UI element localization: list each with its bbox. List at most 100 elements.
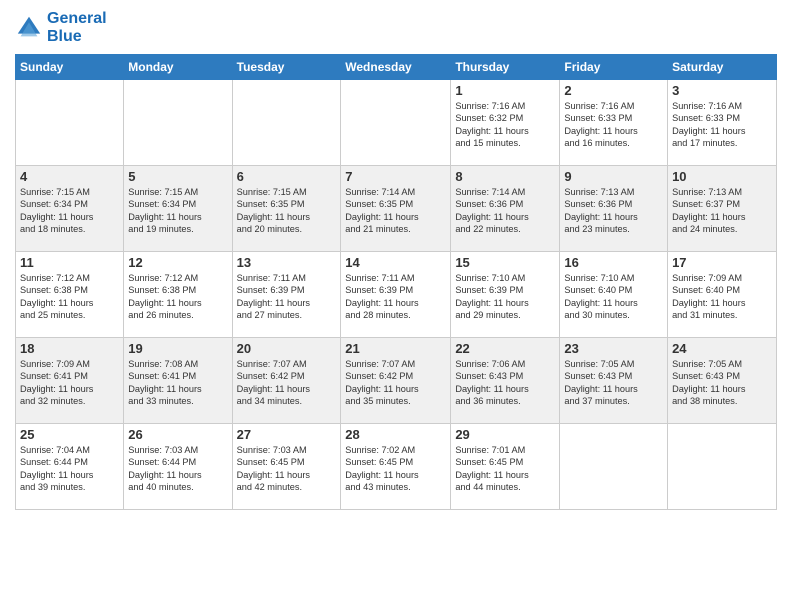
empty-cell	[124, 80, 232, 166]
day-info: Sunrise: 7:02 AM Sunset: 6:45 PM Dayligh…	[345, 444, 446, 494]
day-info: Sunrise: 7:16 AM Sunset: 6:33 PM Dayligh…	[564, 100, 663, 150]
day-info: Sunrise: 7:16 AM Sunset: 6:32 PM Dayligh…	[455, 100, 555, 150]
day-number: 8	[455, 169, 555, 184]
day-number: 24	[672, 341, 772, 356]
day-info: Sunrise: 7:09 AM Sunset: 6:41 PM Dayligh…	[20, 358, 119, 408]
page: General Blue SundayMondayTuesdayWednesda…	[0, 0, 792, 612]
logo-icon	[15, 14, 43, 42]
day-number: 12	[128, 255, 227, 270]
day-cell-17: 17 Sunrise: 7:09 AM Sunset: 6:40 PM Dayli…	[668, 252, 777, 338]
week-row-4: 18 Sunrise: 7:09 AM Sunset: 6:41 PM Dayli…	[16, 338, 777, 424]
day-cell-20: 20 Sunrise: 7:07 AM Sunset: 6:42 PM Dayli…	[232, 338, 341, 424]
day-cell-5: 5 Sunrise: 7:15 AM Sunset: 6:34 PM Daylig…	[124, 166, 232, 252]
day-cell-6: 6 Sunrise: 7:15 AM Sunset: 6:35 PM Daylig…	[232, 166, 341, 252]
day-cell-28: 28 Sunrise: 7:02 AM Sunset: 6:45 PM Dayli…	[341, 424, 451, 510]
weekday-header-row: SundayMondayTuesdayWednesdayThursdayFrid…	[16, 55, 777, 80]
day-cell-4: 4Sunrise: 7:15 AM Sunset: 6:34 PM Daylig…	[16, 166, 124, 252]
day-number: 7	[345, 169, 446, 184]
day-number: 29	[455, 427, 555, 442]
day-cell-24: 24 Sunrise: 7:05 AM Sunset: 6:43 PM Dayli…	[668, 338, 777, 424]
day-cell-7: 7 Sunrise: 7:14 AM Sunset: 6:35 PM Daylig…	[341, 166, 451, 252]
day-number: 5	[128, 169, 227, 184]
day-number: 13	[237, 255, 337, 270]
day-info: Sunrise: 7:04 AM Sunset: 6:44 PM Dayligh…	[20, 444, 119, 494]
day-info: Sunrise: 7:10 AM Sunset: 6:39 PM Dayligh…	[455, 272, 555, 322]
weekday-header-thursday: Thursday	[451, 55, 560, 80]
day-info: Sunrise: 7:14 AM Sunset: 6:36 PM Dayligh…	[455, 186, 555, 236]
day-number: 21	[345, 341, 446, 356]
day-number: 17	[672, 255, 772, 270]
day-cell-25: 25 Sunrise: 7:04 AM Sunset: 6:44 PM Dayli…	[16, 424, 124, 510]
day-cell-15: 15Sunrise: 7:10 AM Sunset: 6:39 PM Dayli…	[451, 252, 560, 338]
day-number: 25	[20, 427, 119, 442]
day-number: 27	[237, 427, 337, 442]
day-info: Sunrise: 7:15 AM Sunset: 6:34 PM Dayligh…	[20, 186, 119, 236]
day-info: Sunrise: 7:15 AM Sunset: 6:35 PM Dayligh…	[237, 186, 337, 236]
day-info: Sunrise: 7:15 AM Sunset: 6:34 PM Dayligh…	[128, 186, 227, 236]
empty-cell	[341, 80, 451, 166]
day-number: 9	[564, 169, 663, 184]
day-info: Sunrise: 7:07 AM Sunset: 6:42 PM Dayligh…	[345, 358, 446, 408]
day-number: 6	[237, 169, 337, 184]
day-cell-27: 27 Sunrise: 7:03 AM Sunset: 6:45 PM Dayli…	[232, 424, 341, 510]
day-number: 3	[672, 83, 772, 98]
day-cell-13: 13 Sunrise: 7:11 AM Sunset: 6:39 PM Dayli…	[232, 252, 341, 338]
day-cell-16: 16 Sunrise: 7:10 AM Sunset: 6:40 PM Dayli…	[560, 252, 668, 338]
week-row-2: 4Sunrise: 7:15 AM Sunset: 6:34 PM Daylig…	[16, 166, 777, 252]
day-number: 18	[20, 341, 119, 356]
weekday-header-saturday: Saturday	[668, 55, 777, 80]
weekday-header-friday: Friday	[560, 55, 668, 80]
day-info: Sunrise: 7:05 AM Sunset: 6:43 PM Dayligh…	[564, 358, 663, 408]
day-info: Sunrise: 7:09 AM Sunset: 6:40 PM Dayligh…	[672, 272, 772, 322]
day-number: 26	[128, 427, 227, 442]
day-cell-8: 8 Sunrise: 7:14 AM Sunset: 6:36 PM Daylig…	[451, 166, 560, 252]
day-info: Sunrise: 7:12 AM Sunset: 6:38 PM Dayligh…	[128, 272, 227, 322]
day-info: Sunrise: 7:13 AM Sunset: 6:36 PM Dayligh…	[564, 186, 663, 236]
day-cell-19: 19 Sunrise: 7:08 AM Sunset: 6:41 PM Dayli…	[124, 338, 232, 424]
day-number: 19	[128, 341, 227, 356]
day-info: Sunrise: 7:14 AM Sunset: 6:35 PM Dayligh…	[345, 186, 446, 236]
empty-cell	[16, 80, 124, 166]
day-info: Sunrise: 7:07 AM Sunset: 6:42 PM Dayligh…	[237, 358, 337, 408]
weekday-header-tuesday: Tuesday	[232, 55, 341, 80]
week-row-3: 11 Sunrise: 7:12 AM Sunset: 6:38 PM Dayli…	[16, 252, 777, 338]
empty-cell	[668, 424, 777, 510]
day-cell-21: 21 Sunrise: 7:07 AM Sunset: 6:42 PM Dayli…	[341, 338, 451, 424]
day-cell-2: 2 Sunrise: 7:16 AM Sunset: 6:33 PM Daylig…	[560, 80, 668, 166]
day-info: Sunrise: 7:03 AM Sunset: 6:45 PM Dayligh…	[237, 444, 337, 494]
day-number: 16	[564, 255, 663, 270]
header: General Blue	[15, 10, 777, 46]
day-number: 11	[20, 255, 119, 270]
day-cell-22: 22Sunrise: 7:06 AM Sunset: 6:43 PM Dayli…	[451, 338, 560, 424]
day-info: Sunrise: 7:11 AM Sunset: 6:39 PM Dayligh…	[237, 272, 337, 322]
weekday-header-sunday: Sunday	[16, 55, 124, 80]
day-cell-11: 11 Sunrise: 7:12 AM Sunset: 6:38 PM Dayli…	[16, 252, 124, 338]
day-cell-1: 1Sunrise: 7:16 AM Sunset: 6:32 PM Daylig…	[451, 80, 560, 166]
day-cell-9: 9 Sunrise: 7:13 AM Sunset: 6:36 PM Daylig…	[560, 166, 668, 252]
day-cell-10: 10Sunrise: 7:13 AM Sunset: 6:37 PM Dayli…	[668, 166, 777, 252]
day-number: 14	[345, 255, 446, 270]
day-info: Sunrise: 7:10 AM Sunset: 6:40 PM Dayligh…	[564, 272, 663, 322]
empty-cell	[232, 80, 341, 166]
day-cell-18: 18 Sunrise: 7:09 AM Sunset: 6:41 PM Dayli…	[16, 338, 124, 424]
day-cell-29: 29Sunrise: 7:01 AM Sunset: 6:45 PM Dayli…	[451, 424, 560, 510]
day-number: 20	[237, 341, 337, 356]
day-number: 2	[564, 83, 663, 98]
week-row-1: 1Sunrise: 7:16 AM Sunset: 6:32 PM Daylig…	[16, 80, 777, 166]
day-info: Sunrise: 7:11 AM Sunset: 6:39 PM Dayligh…	[345, 272, 446, 322]
empty-cell	[560, 424, 668, 510]
day-info: Sunrise: 7:12 AM Sunset: 6:38 PM Dayligh…	[20, 272, 119, 322]
calendar-table: SundayMondayTuesdayWednesdayThursdayFrid…	[15, 54, 777, 510]
week-row-5: 25 Sunrise: 7:04 AM Sunset: 6:44 PM Dayli…	[16, 424, 777, 510]
logo-text: General Blue	[47, 10, 107, 46]
logo: General Blue	[15, 10, 107, 46]
day-info: Sunrise: 7:05 AM Sunset: 6:43 PM Dayligh…	[672, 358, 772, 408]
day-info: Sunrise: 7:08 AM Sunset: 6:41 PM Dayligh…	[128, 358, 227, 408]
day-number: 23	[564, 341, 663, 356]
day-cell-12: 12 Sunrise: 7:12 AM Sunset: 6:38 PM Dayli…	[124, 252, 232, 338]
day-info: Sunrise: 7:13 AM Sunset: 6:37 PM Dayligh…	[672, 186, 772, 236]
day-cell-26: 26Sunrise: 7:03 AM Sunset: 6:44 PM Dayli…	[124, 424, 232, 510]
day-number: 28	[345, 427, 446, 442]
day-cell-3: 3Sunrise: 7:16 AM Sunset: 6:33 PM Daylig…	[668, 80, 777, 166]
day-info: Sunrise: 7:06 AM Sunset: 6:43 PM Dayligh…	[455, 358, 555, 408]
